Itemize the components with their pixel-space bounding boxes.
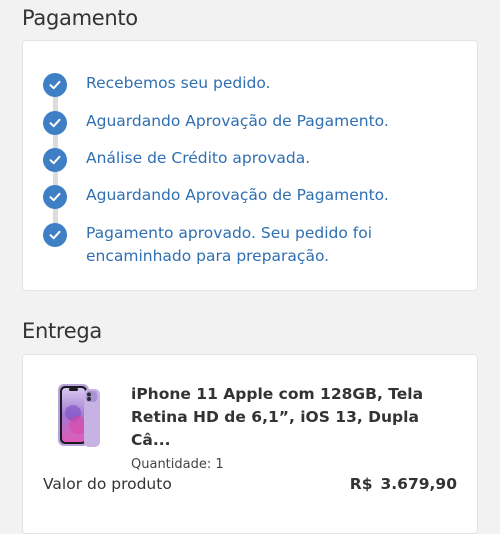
status-step-received: Recebemos seu pedido. [43, 73, 461, 97]
product-total-row: Valor do produto R$ 3.679,90 [43, 475, 457, 493]
status-step-label: Pagamento aprovado. Seu pedido foi encam… [86, 224, 373, 265]
delivery-card: iPhone 11 Apple com 128GB, Tela Retina H… [22, 354, 478, 534]
product-item[interactable]: iPhone 11 Apple com 128GB, Tela Retina H… [53, 383, 461, 472]
status-step-label: Recebemos seu pedido. [86, 74, 271, 92]
status-step-awaiting-payment-2: Aguardando Aprovação de Pagamento. [43, 185, 461, 209]
status-step-credit-approved: Análise de Crédito aprovada. [43, 148, 461, 172]
status-step-awaiting-payment: Aguardando Aprovação de Pagamento. [43, 111, 461, 135]
total-value: R$ 3.679,90 [350, 475, 457, 493]
currency-symbol: R$ [349, 475, 373, 493]
product-quantity: Quantidade: 1 [131, 457, 224, 472]
product-info: iPhone 11 Apple com 128GB, Tela Retina H… [131, 383, 431, 472]
check-circle-icon [43, 148, 67, 172]
total-label: Valor do produto [43, 475, 172, 493]
status-step-label: Aguardando Aprovação de Pagamento. [86, 186, 389, 204]
check-circle-icon [43, 223, 67, 247]
product-name[interactable]: iPhone 11 Apple com 128GB, Tela Retina H… [131, 383, 431, 452]
status-step-label: Análise de Crédito aprovada. [86, 149, 311, 167]
total-amount: 3.679,90 [380, 475, 458, 493]
status-step-label: Aguardando Aprovação de Pagamento. [86, 112, 389, 130]
check-circle-icon [43, 73, 67, 97]
check-circle-icon [43, 111, 67, 135]
check-circle-icon [43, 185, 67, 209]
payment-section-title: Pagamento [22, 6, 138, 30]
purple-iphone-image [53, 383, 107, 447]
delivery-section-title: Entrega [22, 319, 103, 343]
payment-status-card: Recebemos seu pedido. Aguardando Aprovaç… [22, 40, 478, 291]
status-step-payment-approved: Pagamento aprovado. Seu pedido foi encam… [43, 223, 461, 268]
